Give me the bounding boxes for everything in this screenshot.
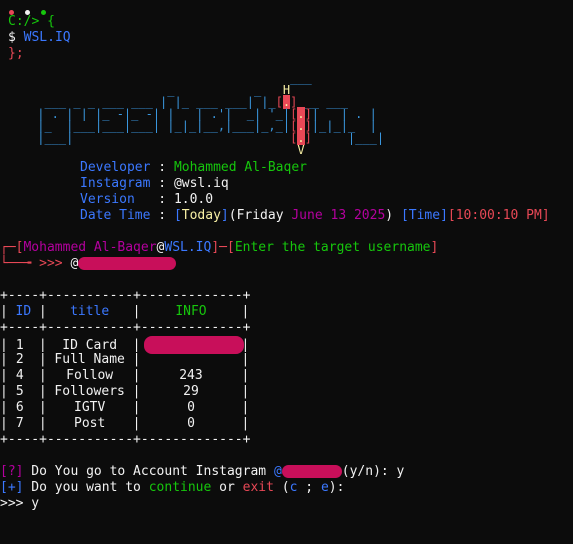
- cell-id: 2: [15, 352, 24, 367]
- developer-label: Developer: [80, 160, 151, 175]
- table-row: | 5 | Followers | 29 |: [0, 384, 250, 399]
- input-prompt-header: ┌─[Mohammed Al-Baqer@WSL.IQ]─[Enter the …: [0, 240, 439, 255]
- cell-id: 5: [15, 384, 24, 399]
- table-border-bottom: +----+-----------+-------------+: [0, 432, 251, 447]
- header-title: title: [70, 304, 110, 319]
- prompt-hint: Enter the target username: [234, 240, 431, 255]
- q2-tag: [+]: [0, 480, 24, 495]
- prompt-close: };: [8, 46, 24, 61]
- question-account-line: [?] Do You go to Account Instagram @ (y/n…: [0, 464, 404, 480]
- cell-id: 7: [15, 416, 24, 431]
- date-text: June 13 2025: [291, 208, 386, 223]
- command-line: $ WSL.IQ: [0, 30, 71, 46]
- time-value: 10:00:10 PM: [455, 208, 542, 223]
- final-input-line[interactable]: >>> y: [0, 496, 39, 512]
- username-input-line[interactable]: └──╼ >>> @: [0, 256, 177, 272]
- table-header-row: | ID | title | INFO |: [0, 304, 250, 319]
- datetime-line: Date Time : [Today](Friday June 13 2025)…: [0, 208, 550, 224]
- q2-open: (: [273, 480, 290, 495]
- q2-e: e: [320, 480, 329, 495]
- q2-continue: continue: [148, 480, 212, 495]
- q2-text: Do you want to: [23, 480, 149, 495]
- cell-info: 243: [179, 368, 203, 383]
- instagram-label: Instagram: [80, 176, 151, 191]
- q1-text: Do You go to Account Instagram: [23, 464, 274, 479]
- today-text: Today: [181, 208, 221, 223]
- cell-info: 0: [187, 416, 195, 431]
- prompt-line: C:/> {: [0, 14, 55, 30]
- version-line: Version : 1.0.0: [0, 192, 213, 208]
- header-id: ID: [15, 304, 32, 319]
- username-at: @: [70, 256, 79, 271]
- cell-title: IGTV: [74, 400, 106, 415]
- cell-id: 6: [15, 400, 24, 415]
- command-prefix: $: [8, 30, 24, 45]
- developer-line: Developer : Mohammed Al-Baqer: [0, 160, 307, 176]
- q2-exit: exit: [242, 480, 274, 495]
- q1-at: @: [273, 464, 282, 479]
- redacted-username: [78, 257, 177, 270]
- cell-title: Post: [74, 416, 106, 431]
- version-value: 1.0.0: [173, 192, 214, 207]
- q2-close: ):: [328, 480, 345, 495]
- prompt-path: C:/> {: [8, 14, 55, 29]
- table-row: | 1 | ID Card | |: [0, 336, 250, 354]
- table-row: | 7 | Post | 0 |: [0, 416, 250, 431]
- instagram-line: Instagram : @wsl.iq: [0, 176, 229, 192]
- day-text: Friday: [236, 208, 284, 223]
- prompt-host: WSL.IQ: [164, 240, 212, 255]
- cell-id: 4: [15, 368, 24, 383]
- instagram-value: @wsl.iq: [173, 176, 229, 191]
- cell-info: 29: [183, 384, 199, 399]
- close-line: };: [0, 46, 24, 62]
- table-border-top: +----+-----------+-------------+: [0, 288, 251, 303]
- header-info: INFO: [175, 304, 207, 319]
- question-continue-line: [+] Do you want to continue or exit (c ;…: [0, 480, 344, 496]
- developer-value: Mohammed Al-Baqer: [173, 160, 307, 175]
- version-label: Version: [80, 192, 151, 207]
- cell-title: Follow: [66, 368, 114, 383]
- q2-sep: ;: [297, 480, 321, 495]
- cell-title: Followers: [54, 384, 125, 399]
- cell-title: Full Name: [54, 352, 125, 367]
- q2-or: or: [211, 480, 243, 495]
- redacted-account: [281, 465, 342, 478]
- command-text: WSL.IQ: [23, 30, 71, 45]
- table-row: | 2 | Full Name | |: [0, 352, 250, 367]
- prompt-arrow: └──╼ >>>: [0, 256, 71, 271]
- banner-line: V: [297, 143, 305, 157]
- table-row: | 4 | Follow | 243 |: [0, 368, 250, 383]
- time-label: Time: [408, 208, 441, 223]
- datetime-label: Date Time: [80, 208, 151, 223]
- table-border-mid: +----+-----------+-------------+: [0, 320, 251, 335]
- q1-suffix: (y/n): y: [341, 464, 405, 479]
- q1-tag: [?]: [0, 464, 24, 479]
- cell-info: 0: [187, 400, 195, 415]
- table-row: | 6 | IGTV | 0 |: [0, 400, 250, 415]
- prompt-user: Mohammed Al-Baqer: [23, 240, 157, 255]
